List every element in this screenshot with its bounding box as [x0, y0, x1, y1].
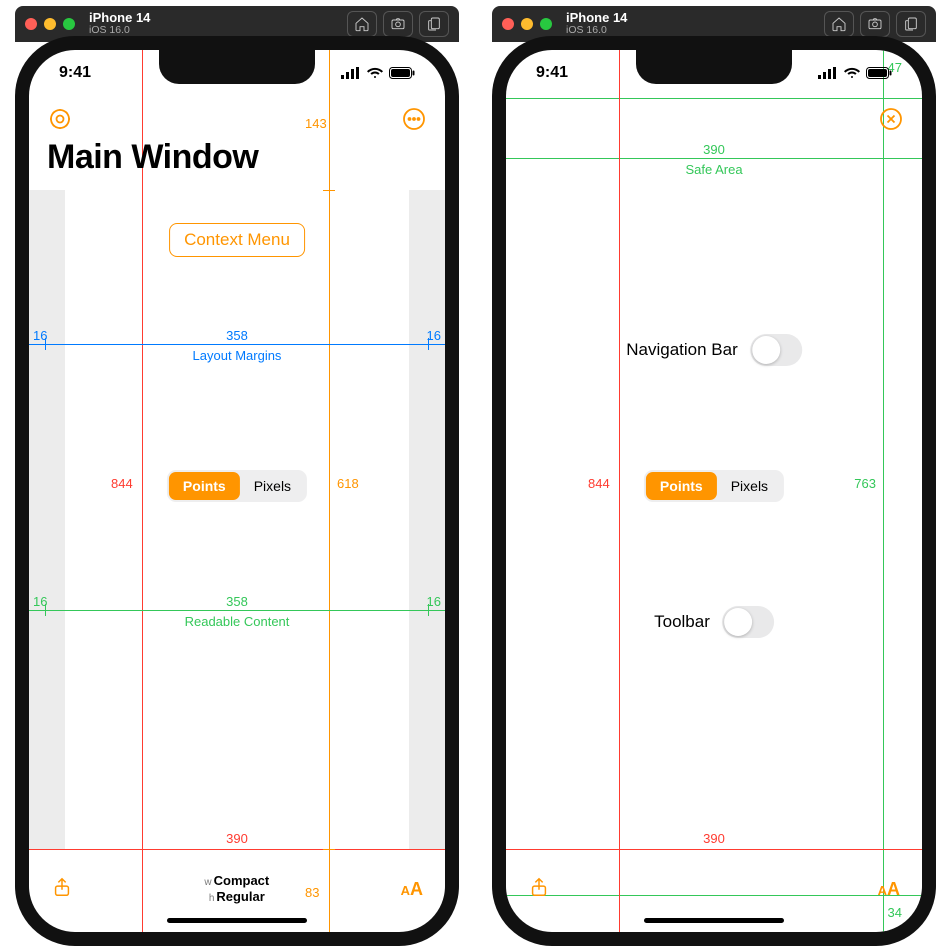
context-menu-button[interactable]: Context Menu: [169, 223, 305, 257]
safe-width-value: 390: [703, 142, 725, 157]
toolbar-toggle[interactable]: [722, 606, 774, 638]
bottom-toolbar-r: AA: [506, 862, 922, 916]
readable-label: Readable Content: [185, 614, 290, 629]
iphone-screen-left: 9:41 Main Window Context Menu 844 390: [29, 50, 445, 932]
safe-top-line: [506, 98, 922, 99]
home-button[interactable]: [347, 11, 377, 37]
readable-right: 16: [427, 594, 441, 609]
toolbar-toggle-label: Toolbar: [654, 612, 710, 632]
text-size-icon[interactable]: AA: [878, 879, 900, 900]
layout-margins-right: 16: [427, 328, 441, 343]
toolbar-toggle-row: Toolbar: [654, 606, 774, 638]
battery-icon: [389, 67, 415, 79]
segment-pixels-r[interactable]: Pixels: [717, 472, 782, 500]
full-height-line: [142, 50, 143, 932]
segment-pixels[interactable]: Pixels: [240, 472, 305, 500]
external-display-button[interactable]: [419, 11, 449, 37]
unit-segmented-control[interactable]: Points Pixels: [167, 470, 307, 502]
zoom-window-dot[interactable]: [540, 18, 552, 30]
zoom-window-dot[interactable]: [63, 18, 75, 30]
settings-gear-icon[interactable]: [45, 104, 75, 134]
status-time: 9:41: [536, 64, 568, 82]
layout-margins-width: 358: [226, 328, 248, 343]
size-class-h: Regular: [216, 889, 264, 904]
safe-width-line: [506, 158, 922, 159]
cellular-icon: [341, 67, 361, 79]
simulator-device-name: iPhone 14: [89, 11, 150, 25]
full-width-line-r: [506, 849, 922, 850]
full-width-value-r: 390: [703, 831, 725, 846]
full-height-value: 844: [111, 476, 133, 491]
nav-bar-toggle-row: Navigation Bar: [626, 334, 802, 366]
size-class-w: Compact: [214, 873, 270, 888]
wifi-icon: [843, 67, 861, 79]
home-button[interactable]: [824, 11, 854, 37]
home-indicator[interactable]: [167, 918, 307, 923]
size-class-label: wCompact hRegular: [204, 873, 269, 906]
safe-height-value: 763: [854, 476, 876, 491]
full-width-value: 390: [226, 831, 248, 846]
close-x-icon[interactable]: [876, 104, 906, 134]
close-window-dot[interactable]: [502, 18, 514, 30]
iphone-frame-right: 9:41 47 34 390 Safe Area 763 844 390 Nav…: [492, 36, 936, 946]
window-traffic-lights[interactable]: [25, 18, 75, 30]
notch: [159, 50, 315, 84]
close-window-dot[interactable]: [25, 18, 37, 30]
iphone-screen-right: 9:41 47 34 390 Safe Area 763 844 390 Nav…: [506, 50, 922, 932]
layout-margins-left: 16: [33, 328, 47, 343]
wifi-icon: [366, 67, 384, 79]
share-icon[interactable]: [528, 876, 550, 903]
more-ellipsis-icon[interactable]: [399, 104, 429, 134]
external-display-button[interactable]: [896, 11, 926, 37]
margin-strip-left: [29, 190, 65, 850]
unit-segmented-control-r[interactable]: Points Pixels: [644, 470, 784, 502]
bottom-toolbar: wCompact hRegular AA: [29, 862, 445, 916]
readable-width: 358: [226, 594, 248, 609]
content-height-line: [329, 50, 330, 932]
content-height-value: 618: [337, 476, 359, 491]
page-title: Main Window: [47, 138, 258, 177]
full-height-line-r: [619, 50, 620, 932]
screenshot-button[interactable]: [860, 11, 890, 37]
layout-margins-line: [29, 344, 445, 345]
nav-bar-toggle-label: Navigation Bar: [626, 340, 738, 360]
minimize-window-dot[interactable]: [521, 18, 533, 30]
orange-tick-top: [323, 190, 335, 191]
margin-strip-right: [409, 190, 445, 850]
battery-icon: [866, 67, 892, 79]
share-icon[interactable]: [51, 876, 73, 903]
minimize-window-dot[interactable]: [44, 18, 56, 30]
full-height-value-r: 844: [588, 476, 610, 491]
simulator-device-name: iPhone 14: [566, 11, 627, 25]
safe-height-line: [883, 50, 884, 932]
notch: [636, 50, 792, 84]
orange-tick-bottom: [323, 849, 335, 850]
segment-points[interactable]: Points: [169, 472, 240, 500]
readable-left: 16: [33, 594, 47, 609]
screenshot-button[interactable]: [383, 11, 413, 37]
segment-points-r[interactable]: Points: [646, 472, 717, 500]
iphone-frame-left: 9:41 Main Window Context Menu 844 390: [15, 36, 459, 946]
safe-area-label: Safe Area: [685, 162, 742, 177]
window-traffic-lights[interactable]: [502, 18, 552, 30]
text-size-icon[interactable]: AA: [401, 879, 423, 900]
layout-margins-label: Layout Margins: [193, 348, 282, 363]
full-width-line: [29, 849, 445, 850]
readable-line: [29, 610, 445, 611]
cellular-icon: [818, 67, 838, 79]
status-time: 9:41: [59, 64, 91, 82]
nav-bar-toggle[interactable]: [750, 334, 802, 366]
home-indicator[interactable]: [644, 918, 784, 923]
nav-bar: [29, 100, 445, 142]
